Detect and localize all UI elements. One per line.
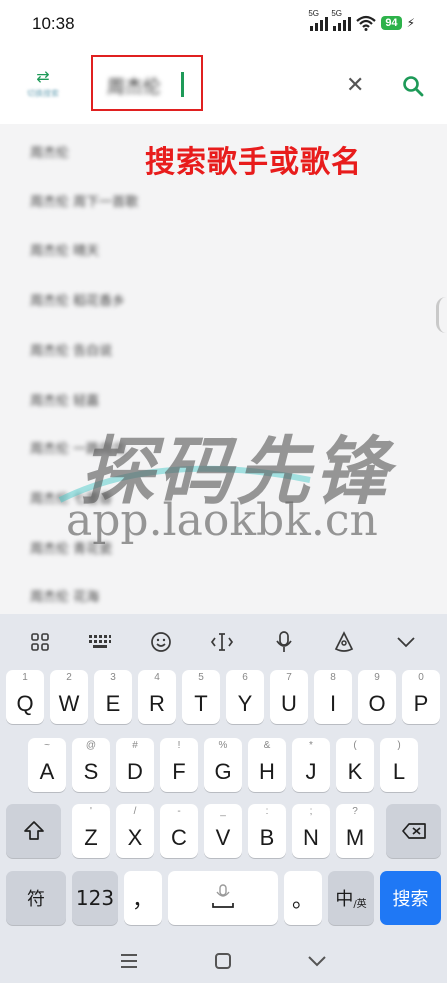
key-f[interactable]: ! F bbox=[160, 738, 198, 792]
back-icon[interactable] bbox=[307, 954, 327, 968]
cursor-icon[interactable] bbox=[208, 628, 236, 656]
emoji-icon[interactable] bbox=[147, 628, 175, 656]
swap-icon: ⇄ bbox=[36, 67, 50, 86]
key-h[interactable]: & H bbox=[248, 738, 286, 792]
shift-key[interactable] bbox=[6, 804, 61, 858]
handwriting-icon[interactable] bbox=[330, 628, 358, 656]
status-icons: 5G 5G 94 ⚡ bbox=[308, 9, 415, 31]
list-item[interactable]: 周杰伦 稻花香乡 bbox=[30, 290, 125, 309]
key-t[interactable]: 5T bbox=[182, 670, 220, 724]
signal-icon: 5G bbox=[308, 9, 329, 31]
key-d[interactable]: # D bbox=[116, 738, 154, 792]
list-item[interactable]: 周杰伦 告白说 bbox=[30, 340, 112, 359]
backspace-icon bbox=[401, 823, 426, 839]
charging-icon: ⚡ bbox=[406, 16, 415, 30]
mic-icon[interactable] bbox=[270, 628, 298, 656]
status-time: 10:38 bbox=[32, 14, 75, 33]
search-input[interactable]: 周杰伦 bbox=[91, 55, 203, 111]
key-r[interactable]: 4R bbox=[138, 670, 176, 724]
shift-icon bbox=[23, 821, 44, 840]
key-z[interactable]: ' Z bbox=[72, 804, 110, 858]
key-s[interactable]: @ S bbox=[72, 738, 110, 792]
home-icon[interactable] bbox=[214, 952, 232, 970]
menu-icon[interactable] bbox=[120, 953, 138, 969]
grid-icon[interactable] bbox=[26, 628, 54, 656]
watermark-url: app.laokbk.cn bbox=[66, 495, 378, 546]
space-key[interactable] bbox=[168, 871, 278, 925]
key-c[interactable]: -C bbox=[160, 804, 198, 858]
number-key[interactable]: 123 bbox=[72, 871, 118, 925]
list-item[interactable]: 周杰伦 轻嘉 bbox=[30, 390, 99, 409]
period-key[interactable]: 。 bbox=[284, 871, 322, 925]
search-enter-key[interactable]: 搜索 bbox=[380, 871, 441, 925]
key-u[interactable]: 7U bbox=[270, 670, 308, 724]
mic-icon bbox=[212, 884, 234, 908]
keyboard: 1Q 2W 3E 4R 5T 6Y 7U 8I 9O 0P ~ A @ S # D !… bbox=[0, 614, 447, 983]
backspace-key[interactable] bbox=[386, 804, 441, 858]
wifi-icon bbox=[356, 15, 377, 31]
battery-level: 94 bbox=[381, 16, 402, 30]
search-icon[interactable] bbox=[401, 74, 425, 98]
key-x[interactable]: / X bbox=[116, 804, 154, 858]
key-a[interactable]: ~ A bbox=[28, 738, 66, 792]
keyboard-toolbar bbox=[0, 614, 447, 668]
list-item[interactable]: 周杰伦 周下一首歌 bbox=[30, 191, 138, 210]
key-e[interactable]: 3E bbox=[94, 670, 132, 724]
key-q[interactable]: 1Q bbox=[6, 670, 44, 724]
key-k[interactable]: (K bbox=[336, 738, 374, 792]
comma-key[interactable]: ， bbox=[124, 871, 162, 925]
language-key[interactable]: 中/英 bbox=[328, 871, 374, 925]
search-input-value: 周杰伦 bbox=[107, 77, 161, 98]
key-w[interactable]: 2W bbox=[50, 670, 88, 724]
text-cursor bbox=[181, 72, 184, 97]
key-p[interactable]: 0P bbox=[402, 670, 440, 724]
navigation-bar bbox=[0, 938, 447, 983]
key-g[interactable]: % G bbox=[204, 738, 242, 792]
hint-banner: 搜索歌手或歌名 bbox=[145, 145, 362, 180]
key-n[interactable]: ; N bbox=[292, 804, 330, 858]
key-o[interactable]: 9O bbox=[358, 670, 396, 724]
key-m[interactable]: ? M bbox=[336, 804, 374, 858]
switch-label: 切换搜索 bbox=[27, 89, 59, 98]
key-v[interactable]: _ V bbox=[204, 804, 242, 858]
key-l[interactable]: ) L bbox=[380, 738, 418, 792]
key-j[interactable]: * J bbox=[292, 738, 330, 792]
list-item[interactable]: 周杰伦 花海 bbox=[30, 586, 99, 605]
key-y[interactable]: 6Y bbox=[226, 670, 264, 724]
signal-icon-2: 5G bbox=[331, 9, 352, 31]
key-i[interactable]: 8I bbox=[314, 670, 352, 724]
switch-button[interactable]: ⇄ 切换搜索 bbox=[16, 68, 70, 108]
keyboard-icon[interactable] bbox=[86, 628, 114, 656]
list-item[interactable]: 周杰伦 bbox=[30, 142, 69, 161]
search-header: ⇄ 切换搜索 周杰伦 ✕ bbox=[0, 52, 447, 124]
chevron-down-icon[interactable] bbox=[392, 628, 420, 656]
symbol-key[interactable]: 符 bbox=[6, 871, 66, 925]
status-bar: 10:38 5G 5G 94 ⚡ bbox=[0, 0, 447, 52]
scroll-handle[interactable] bbox=[436, 297, 447, 333]
list-item[interactable]: 周杰伦 晴天 bbox=[30, 240, 99, 259]
key-b[interactable]: :B bbox=[248, 804, 286, 858]
close-icon[interactable]: ✕ bbox=[346, 74, 364, 98]
